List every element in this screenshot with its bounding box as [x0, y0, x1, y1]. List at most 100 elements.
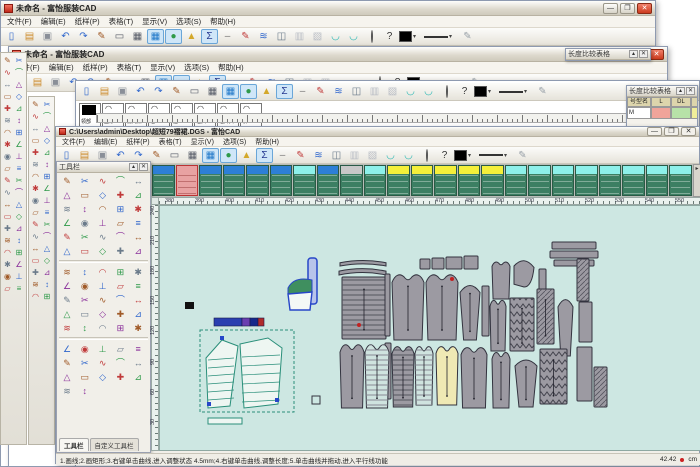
small-black-marker[interactable] — [185, 302, 194, 309]
toolbar-icon[interactable]: ▤ — [29, 75, 46, 90]
tool-icon[interactable]: ∿ — [95, 174, 111, 188]
toolbar-icon[interactable]: ◉ — [30, 194, 41, 206]
tool-icon[interactable]: ◉ — [77, 216, 93, 230]
color-bar-segment[interactable] — [258, 318, 264, 326]
tool-icon[interactable]: ↔ — [130, 174, 146, 188]
toolbar-icon[interactable]: ≋ — [330, 84, 347, 99]
toolbar-icon[interactable]: ◡ — [402, 84, 419, 99]
menu-item[interactable]: 编辑(E) — [41, 16, 66, 27]
toolbar-icon[interactable]: ≋ — [2, 114, 13, 126]
pattern-cell[interactable] — [434, 165, 457, 196]
toolbar-icon[interactable]: ∿ — [30, 110, 41, 122]
tool-icon[interactable]: ≋ — [59, 321, 75, 335]
toolbar-icon[interactable]: ◠ — [2, 126, 13, 138]
toolbar-icon[interactable]: △ — [14, 198, 25, 210]
toolbar-icon[interactable]: ▭ — [30, 254, 41, 266]
toolbar-icon[interactable]: ↕ — [42, 158, 53, 170]
tool-icon[interactable]: ⊥ — [95, 216, 111, 230]
toolbar-icon[interactable]: ▭ — [111, 29, 128, 44]
pattern-cell[interactable] — [599, 165, 622, 196]
pattern-cell[interactable] — [270, 165, 293, 196]
tool-icon[interactable]: ≡ — [130, 279, 146, 293]
toolbar-icon[interactable]: ✚ — [30, 266, 41, 278]
pattern-cell[interactable] — [293, 165, 316, 196]
close-button[interactable]: ✕ — [649, 49, 664, 60]
line-style-icon[interactable] — [499, 91, 523, 93]
chevron-down-icon[interactable]: ▾ — [449, 33, 452, 40]
toolbar-icon[interactable]: ▤ — [21, 29, 38, 44]
pattern-cell[interactable] — [575, 165, 598, 196]
toolbar-icon[interactable]: ▭ — [2, 90, 13, 102]
tool-icon[interactable]: ◇ — [95, 370, 111, 384]
toolbar-icon[interactable]: ≡ — [14, 162, 25, 174]
tool-icon[interactable]: ✂ — [77, 230, 93, 244]
toolbar-icon[interactable]: △ — [42, 242, 53, 254]
chevron-down-icon[interactable]: ▾ — [524, 88, 527, 95]
toolbar-icon[interactable]: ◫ — [348, 84, 365, 99]
tool-icon[interactable]: ◠ — [95, 321, 111, 335]
toolbar-icon[interactable]: – — [219, 29, 236, 44]
tool-icon[interactable]: ⊥ — [95, 342, 111, 356]
tool-icon[interactable]: ↔ — [130, 293, 146, 307]
pattern-piece[interactable] — [464, 256, 478, 269]
toolbar-icon[interactable]: △ — [42, 122, 53, 134]
toolbar-icon[interactable]: ↷ — [75, 29, 92, 44]
pattern-piece[interactable] — [312, 396, 320, 404]
pattern-piece[interactable] — [339, 269, 386, 275]
pattern-cell[interactable] — [528, 165, 551, 196]
menu-item[interactable]: 纸样(P) — [83, 62, 108, 73]
toolbar-icon[interactable]: ≡ — [14, 282, 25, 294]
menu-item[interactable]: 文件(F) — [7, 16, 32, 27]
toolbar-icon[interactable]: ◡ — [382, 148, 399, 163]
toolbar-icon[interactable]: ↔ — [30, 122, 41, 134]
tool-icon[interactable]: △ — [59, 244, 75, 258]
current-color-swatch[interactable] — [454, 150, 467, 161]
palette-tab[interactable]: 自定义工具栏 — [90, 438, 139, 451]
toolbar-icon[interactable]: ◡ — [420, 84, 437, 99]
toolbar-icon[interactable]: ✂ — [42, 218, 53, 230]
tool-icon[interactable]: ◠ — [95, 202, 111, 216]
pattern-cell[interactable] — [481, 165, 504, 196]
pattern-cell[interactable] — [458, 165, 481, 196]
toolbar-icon[interactable]: ↕ — [14, 234, 25, 246]
toolbar-icon[interactable]: ▦ — [204, 84, 221, 99]
tool-icon[interactable]: ✚ — [112, 188, 128, 202]
toolbar-icon[interactable]: ▦ — [202, 148, 219, 163]
tool-icon[interactable]: ◇ — [95, 307, 111, 321]
tool-icon[interactable]: ✱ — [130, 202, 146, 216]
tool-icon[interactable]: ◉ — [77, 279, 93, 293]
toolbar-icon[interactable]: ✎ — [237, 29, 254, 44]
toolbar-icon[interactable]: ● — [240, 84, 257, 99]
close-button[interactable]: ✕ — [681, 127, 696, 136]
tool-icon[interactable]: ◉ — [77, 342, 93, 356]
pattern-cell[interactable] — [364, 165, 387, 196]
toolbar-icon[interactable]: ∠ — [14, 258, 25, 270]
chevron-down-icon[interactable]: ▾ — [504, 152, 507, 159]
toolbar-icon[interactable]: ◇ — [42, 254, 53, 266]
toolbar-icon[interactable]: ✎ — [312, 84, 329, 99]
selection-handle[interactable] — [220, 336, 224, 340]
front-titlebar[interactable]: C:\Users\admin\Desktop\超短79褶裙.DGS - 富怡CA… — [56, 127, 699, 137]
color-swatch-picker[interactable]: ▾ — [399, 31, 423, 42]
toolbar-icon[interactable]: ✱ — [2, 258, 13, 270]
toolbar-icon[interactable]: ≋ — [255, 29, 272, 44]
menu-item[interactable]: 选项(S) — [223, 137, 246, 147]
toolbar-icon[interactable]: ⊞ — [42, 170, 53, 182]
tool-icon[interactable]: ⊞ — [112, 202, 128, 216]
toolbar-icon[interactable]: ⌒ — [42, 230, 53, 242]
tool-icon[interactable]: ⊞ — [112, 321, 128, 335]
pattern-cell[interactable] — [246, 165, 269, 196]
pattern-cell[interactable] — [646, 165, 669, 196]
toolbar-icon[interactable]: ⊥ — [14, 150, 25, 162]
tool-icon[interactable]: ✎ — [59, 174, 75, 188]
pattern-piece[interactable] — [482, 286, 489, 336]
pattern-cell[interactable] — [176, 165, 199, 196]
toolbar-icon[interactable]: ◉ — [2, 270, 13, 282]
tool-icon[interactable]: ✚ — [112, 244, 128, 258]
toolbar-icon[interactable]: ✱ — [2, 138, 13, 150]
toolbar-icon[interactable]: ◠ — [30, 290, 41, 302]
tool-icon[interactable]: △ — [59, 307, 75, 321]
toolbar-icon[interactable]: ⊿ — [14, 222, 25, 234]
toolbar-icon[interactable]: ⊿ — [42, 266, 53, 278]
toolbar-icon[interactable]: ≋ — [30, 278, 41, 290]
